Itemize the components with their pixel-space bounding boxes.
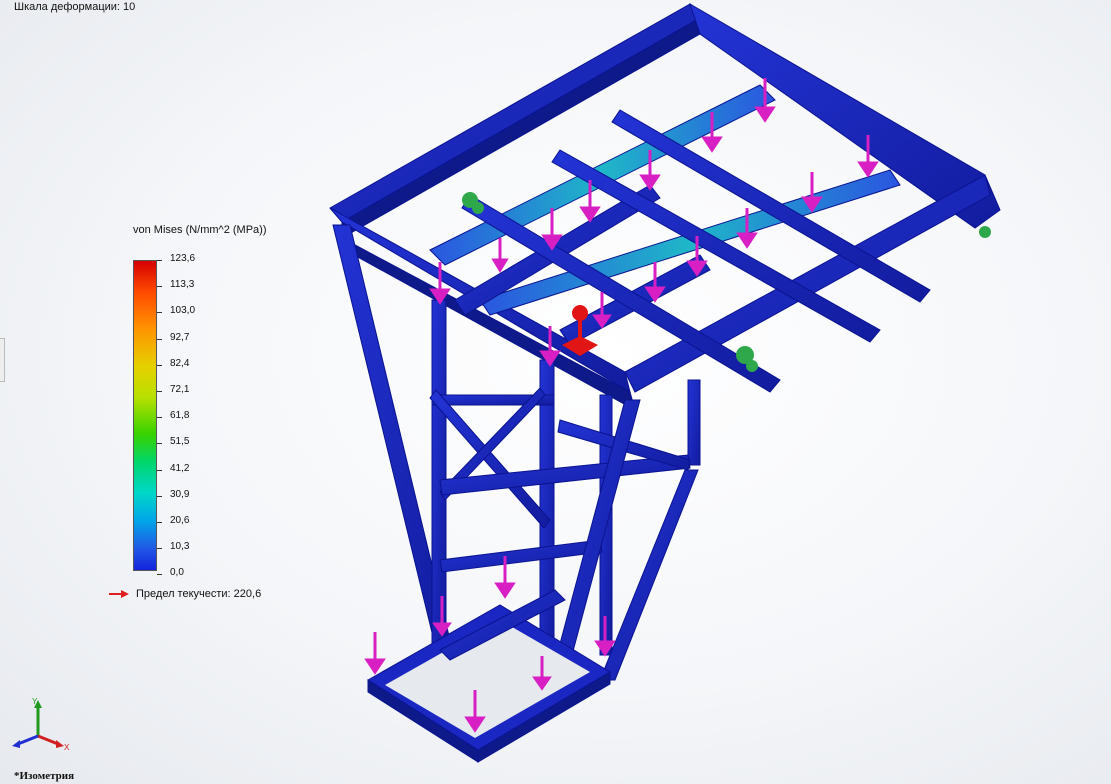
legend-tick-mark xyxy=(157,312,162,314)
stress-colorbar xyxy=(133,260,157,571)
side-panel-tab[interactable] xyxy=(0,338,5,382)
legend-tick-mark xyxy=(157,286,162,288)
legend-tick-label: 82,4 xyxy=(170,357,190,369)
legend-tick-mark xyxy=(157,522,162,523)
deformation-scale-label: Шкала деформации: 10 xyxy=(14,1,136,13)
x-axis-label: X xyxy=(64,743,70,752)
legend-tick-label: 10,3 xyxy=(170,541,190,553)
frame-structure xyxy=(329,2,1001,763)
legend-tick-label: 92,7 xyxy=(170,331,190,343)
legend-tick-mark xyxy=(157,391,162,392)
legend-tick-label: 41,2 xyxy=(170,462,190,474)
legend-tick-mark xyxy=(157,260,162,261)
yield-strength-indicator: Предел текучести: 220,6 xyxy=(108,588,261,600)
legend-tick-mark xyxy=(157,338,162,340)
legend-tick-mark xyxy=(157,417,162,419)
yield-strength-label: Предел текучести: 220,6 xyxy=(136,588,262,600)
legend-tick-label: 0,0 xyxy=(170,567,184,579)
legend-tick-label: 20,6 xyxy=(170,515,190,526)
legend-tick-label: 113,3 xyxy=(170,279,195,291)
legend-tick-label: 51,5 xyxy=(170,436,190,448)
legend-tick-label: 103,0 xyxy=(170,305,196,317)
legend-tick-mark xyxy=(157,548,162,550)
legend-tick-label: 30,9 xyxy=(170,488,190,500)
legend-tick-mark xyxy=(157,495,162,497)
view-name-label: *Изометрия xyxy=(14,770,75,782)
legend-tick-mark xyxy=(157,469,162,471)
z-axis-icon xyxy=(17,734,39,746)
y-axis-label: Y xyxy=(32,697,38,706)
x-axis-icon xyxy=(37,734,59,746)
legend-tick-label: 123,6 xyxy=(170,253,196,264)
legend-title: von Mises (N/mm^2 (MPa)) xyxy=(133,224,267,236)
legend-tick-mark xyxy=(157,443,162,445)
axis-triad: Y X xyxy=(12,697,70,752)
legend-tick-label: 72,1 xyxy=(170,384,190,395)
model-viewport[interactable] xyxy=(300,0,1020,784)
legend-tick-label: 61,8 xyxy=(170,410,190,422)
legend-tick-mark xyxy=(157,574,162,576)
yield-arrow-icon xyxy=(109,590,129,598)
legend-tick-mark xyxy=(157,364,162,366)
